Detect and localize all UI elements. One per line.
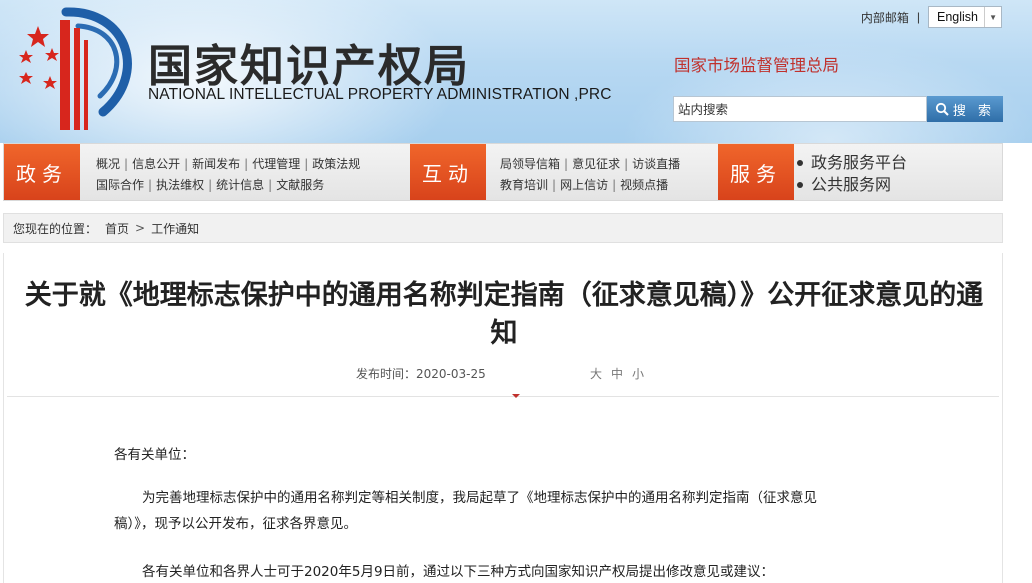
utility-separator: |: [916, 10, 920, 24]
samr-link[interactable]: 国家市场监督管理总局: [674, 52, 839, 76]
search-button[interactable]: 搜 索: [927, 96, 1003, 122]
nav-gov-links: 概况 | 信息公开 | 新闻发布 | 代理管理 | 政策法规 国际合作 | 执法维权 | 统计信息 | 文献…: [96, 154, 360, 196]
title-divider: [7, 396, 999, 397]
article-paragraph: 为完善地理标志保护中的通用名称判定等相关制度，我局起草了《地理标志保护中的通用名…: [114, 490, 817, 532]
site-logo-english: NATIONAL INTELLECTUAL PROPERTY ADMINISTR…: [148, 86, 612, 103]
nav-link-international[interactable]: 国际合作: [96, 178, 144, 192]
bullet-icon: [797, 160, 803, 166]
nav-link-leader-mailbox[interactable]: 局领导信箱: [500, 157, 560, 171]
nav-link-online-petition[interactable]: 网上信访: [560, 178, 608, 192]
nav-interact-label[interactable]: 互动: [410, 144, 486, 200]
site-logo-chinese[interactable]: 国家知识产权局: [148, 30, 470, 94]
service-link-gov-platform[interactable]: 政务服务平台: [811, 152, 907, 174]
article-meta: 发布时间：2020-03-25 大 中 小: [4, 365, 1004, 385]
breadcrumb-prefix: 您现在的位置：: [13, 221, 98, 236]
service-link-public-service[interactable]: 公共服务网: [811, 174, 891, 196]
nav-link-literature[interactable]: 文献服务: [276, 178, 324, 192]
service-item: 政务服务平台: [797, 152, 907, 174]
article-paragraph: 各有关单位和各界人士可于2020年5月9日前，通过以下三种方式向国家知识产权局提…: [142, 564, 775, 580]
nav-link-statistics[interactable]: 统计信息: [216, 178, 264, 192]
nav-service-label[interactable]: 服务: [718, 144, 794, 200]
divider-caret-icon: [512, 394, 520, 398]
article-greeting: 各有关单位：: [114, 447, 195, 463]
article-title: 关于就《地理标志保护中的通用名称判定指南（征求意见稿）》公开征求意见的通知: [24, 280, 984, 349]
article: 关于就《地理标志保护中的通用名称判定指南（征求意见稿）》公开征求意见的通知 发布…: [3, 253, 1003, 583]
bullet-icon: [797, 182, 803, 188]
nav-interact-row1: 局领导信箱 | 意见征求 | 访谈直播: [500, 157, 681, 171]
nav-link-agency-management[interactable]: 代理管理: [252, 157, 300, 171]
nav-link-education[interactable]: 教育培训: [500, 178, 548, 192]
search-icon: [935, 102, 949, 116]
nav-link-policy-law[interactable]: 政策法规: [312, 157, 360, 171]
top-utility-bar: 内部邮箱 | English ▼: [861, 6, 1002, 28]
nav-link-news-release[interactable]: 新闻发布: [192, 157, 240, 171]
font-size-controls: 大 中 小: [590, 365, 644, 382]
site-header: 国家知识产权局 NATIONAL INTELLECTUAL PROPERTY A…: [0, 0, 1032, 143]
internal-mail-link[interactable]: 内部邮箱: [861, 9, 909, 26]
nav-link-interview-live[interactable]: 访谈直播: [632, 157, 680, 171]
search-input[interactable]: [673, 96, 927, 122]
nav-gov-row1: 概况 | 信息公开 | 新闻发布 | 代理管理 | 政策法规: [96, 157, 361, 171]
nav-link-video-on-demand[interactable]: 视频点播: [620, 178, 668, 192]
nav-service-links: 政务服务平台 公共服务网: [797, 152, 907, 196]
breadcrumb-separator: >: [135, 221, 146, 235]
nav-gov-label[interactable]: 政务: [4, 144, 80, 200]
chevron-down-icon: ▼: [984, 7, 997, 27]
cnipa-emblem-icon: [19, 7, 132, 130]
breadcrumb-home[interactable]: 首页: [105, 220, 129, 237]
breadcrumb: 您现在的位置： 首页 > 工作通知: [3, 213, 1003, 243]
font-size-medium[interactable]: 中: [611, 365, 623, 382]
site-search: 搜 索: [673, 96, 1003, 122]
service-item: 公共服务网: [797, 174, 907, 196]
main-nav: 政务 概况 | 信息公开 | 新闻发布 | 代理管理 | 政策法规 国际合作 | 执法维权 | 统计信息…: [3, 143, 1003, 201]
publish-date: 发布时间：2020-03-25: [356, 367, 486, 381]
nav-link-info-disclosure[interactable]: 信息公开: [132, 157, 180, 171]
nav-link-enforcement[interactable]: 执法维权: [156, 178, 204, 192]
nav-link-opinion-solicitation[interactable]: 意见征求: [572, 157, 620, 171]
language-select[interactable]: English ▼: [928, 6, 1002, 28]
nav-link-overview[interactable]: 概况: [96, 157, 120, 171]
nav-interact-links: 局领导信箱 | 意见征求 | 访谈直播 教育培训 | 网上信访 | 视频点播: [500, 154, 680, 196]
font-size-large[interactable]: 大: [590, 365, 602, 382]
language-selected-value: English: [937, 10, 978, 24]
font-size-small[interactable]: 小: [632, 365, 644, 382]
nav-interact-row2: 教育培训 | 网上信访 | 视频点播: [500, 178, 669, 192]
breadcrumb-current[interactable]: 工作通知: [151, 220, 199, 237]
search-button-label: 搜 索: [952, 103, 996, 119]
nav-gov-row2: 国际合作 | 执法维权 | 统计信息 | 文献服务: [96, 178, 325, 192]
